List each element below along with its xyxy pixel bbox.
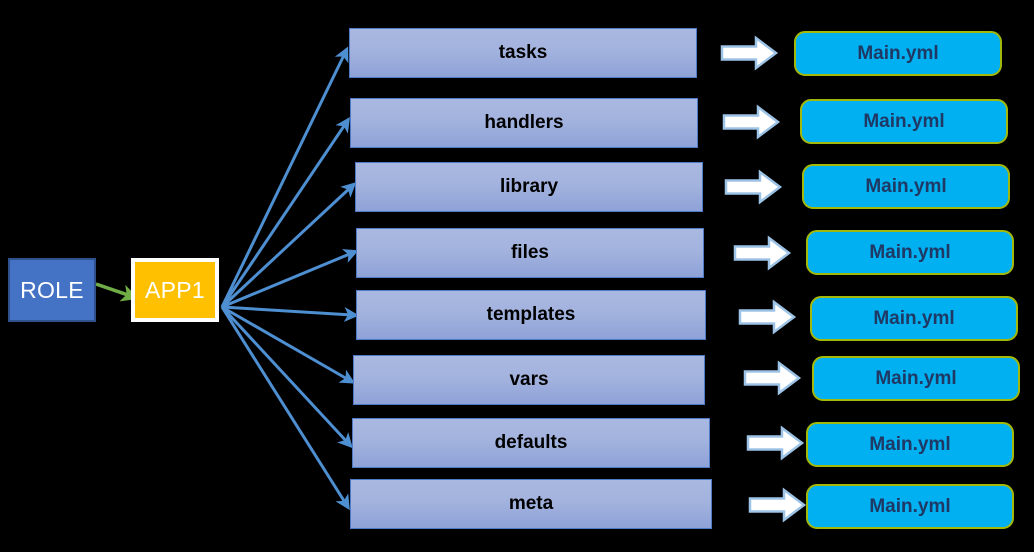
fan-arrow	[220, 305, 353, 449]
component-box-label: meta	[508, 493, 554, 514]
component-box[interactable]: meta	[350, 479, 712, 529]
fan-arrow	[221, 305, 360, 323]
block-arrow	[724, 169, 783, 205]
component-box[interactable]: library	[355, 162, 703, 212]
block-arrows	[720, 35, 807, 523]
fan-arrow	[221, 305, 356, 384]
component-box[interactable]: vars	[353, 355, 705, 405]
role-node[interactable]: ROLE	[8, 258, 96, 322]
file-box[interactable]: Main.yml	[810, 296, 1018, 341]
component-box-label: tasks	[498, 42, 548, 63]
fan-arrow	[220, 306, 350, 511]
fan-arrow	[220, 117, 351, 308]
file-box-label: Main.yml	[865, 175, 947, 197]
block-arrow	[746, 425, 805, 461]
component-box[interactable]: handlers	[350, 98, 698, 148]
block-arrow	[720, 35, 779, 71]
role-to-app-arrow	[95, 282, 139, 302]
fan-out-arrows	[220, 46, 360, 511]
component-box-label: vars	[509, 369, 549, 390]
file-box-label: Main.yml	[869, 433, 951, 455]
file-box[interactable]: Main.yml	[806, 484, 1014, 529]
component-box-label: templates	[486, 304, 576, 325]
file-box-label: Main.yml	[869, 241, 951, 263]
component-box-label: library	[499, 176, 559, 197]
fan-arrow	[220, 46, 349, 308]
block-arrow	[722, 104, 781, 140]
fan-arrow	[221, 249, 359, 309]
component-box[interactable]: defaults	[352, 418, 710, 468]
file-box-label: Main.yml	[869, 495, 951, 517]
role-to-app-connector	[95, 282, 139, 302]
file-box-label: Main.yml	[857, 42, 939, 64]
file-box-label: Main.yml	[873, 307, 955, 329]
file-box-label: Main.yml	[875, 367, 957, 389]
file-box[interactable]: Main.yml	[806, 422, 1014, 467]
file-box-label: Main.yml	[863, 110, 945, 132]
block-arrow	[738, 299, 797, 335]
component-box[interactable]: templates	[356, 290, 706, 340]
file-box[interactable]: Main.yml	[800, 99, 1008, 144]
diagram-canvas: ROLE APP1 tasks Main.yml handlers Main.yml l…	[0, 0, 1034, 552]
block-arrow	[743, 360, 802, 396]
block-arrow	[733, 235, 792, 271]
app-node-label: APP1	[144, 276, 205, 303]
role-node-label: ROLE	[20, 276, 84, 303]
block-arrow	[748, 487, 807, 523]
file-box[interactable]: Main.yml	[794, 31, 1002, 76]
component-box[interactable]: tasks	[349, 28, 697, 78]
file-box[interactable]: Main.yml	[812, 356, 1020, 401]
component-box-label: files	[510, 242, 550, 263]
fan-arrow	[220, 182, 357, 309]
component-box-label: defaults	[494, 432, 568, 453]
app-node[interactable]: APP1	[131, 258, 219, 322]
file-box[interactable]: Main.yml	[802, 164, 1010, 209]
component-box-label: handlers	[484, 112, 564, 133]
component-box[interactable]: files	[356, 228, 704, 278]
file-box[interactable]: Main.yml	[806, 230, 1014, 275]
